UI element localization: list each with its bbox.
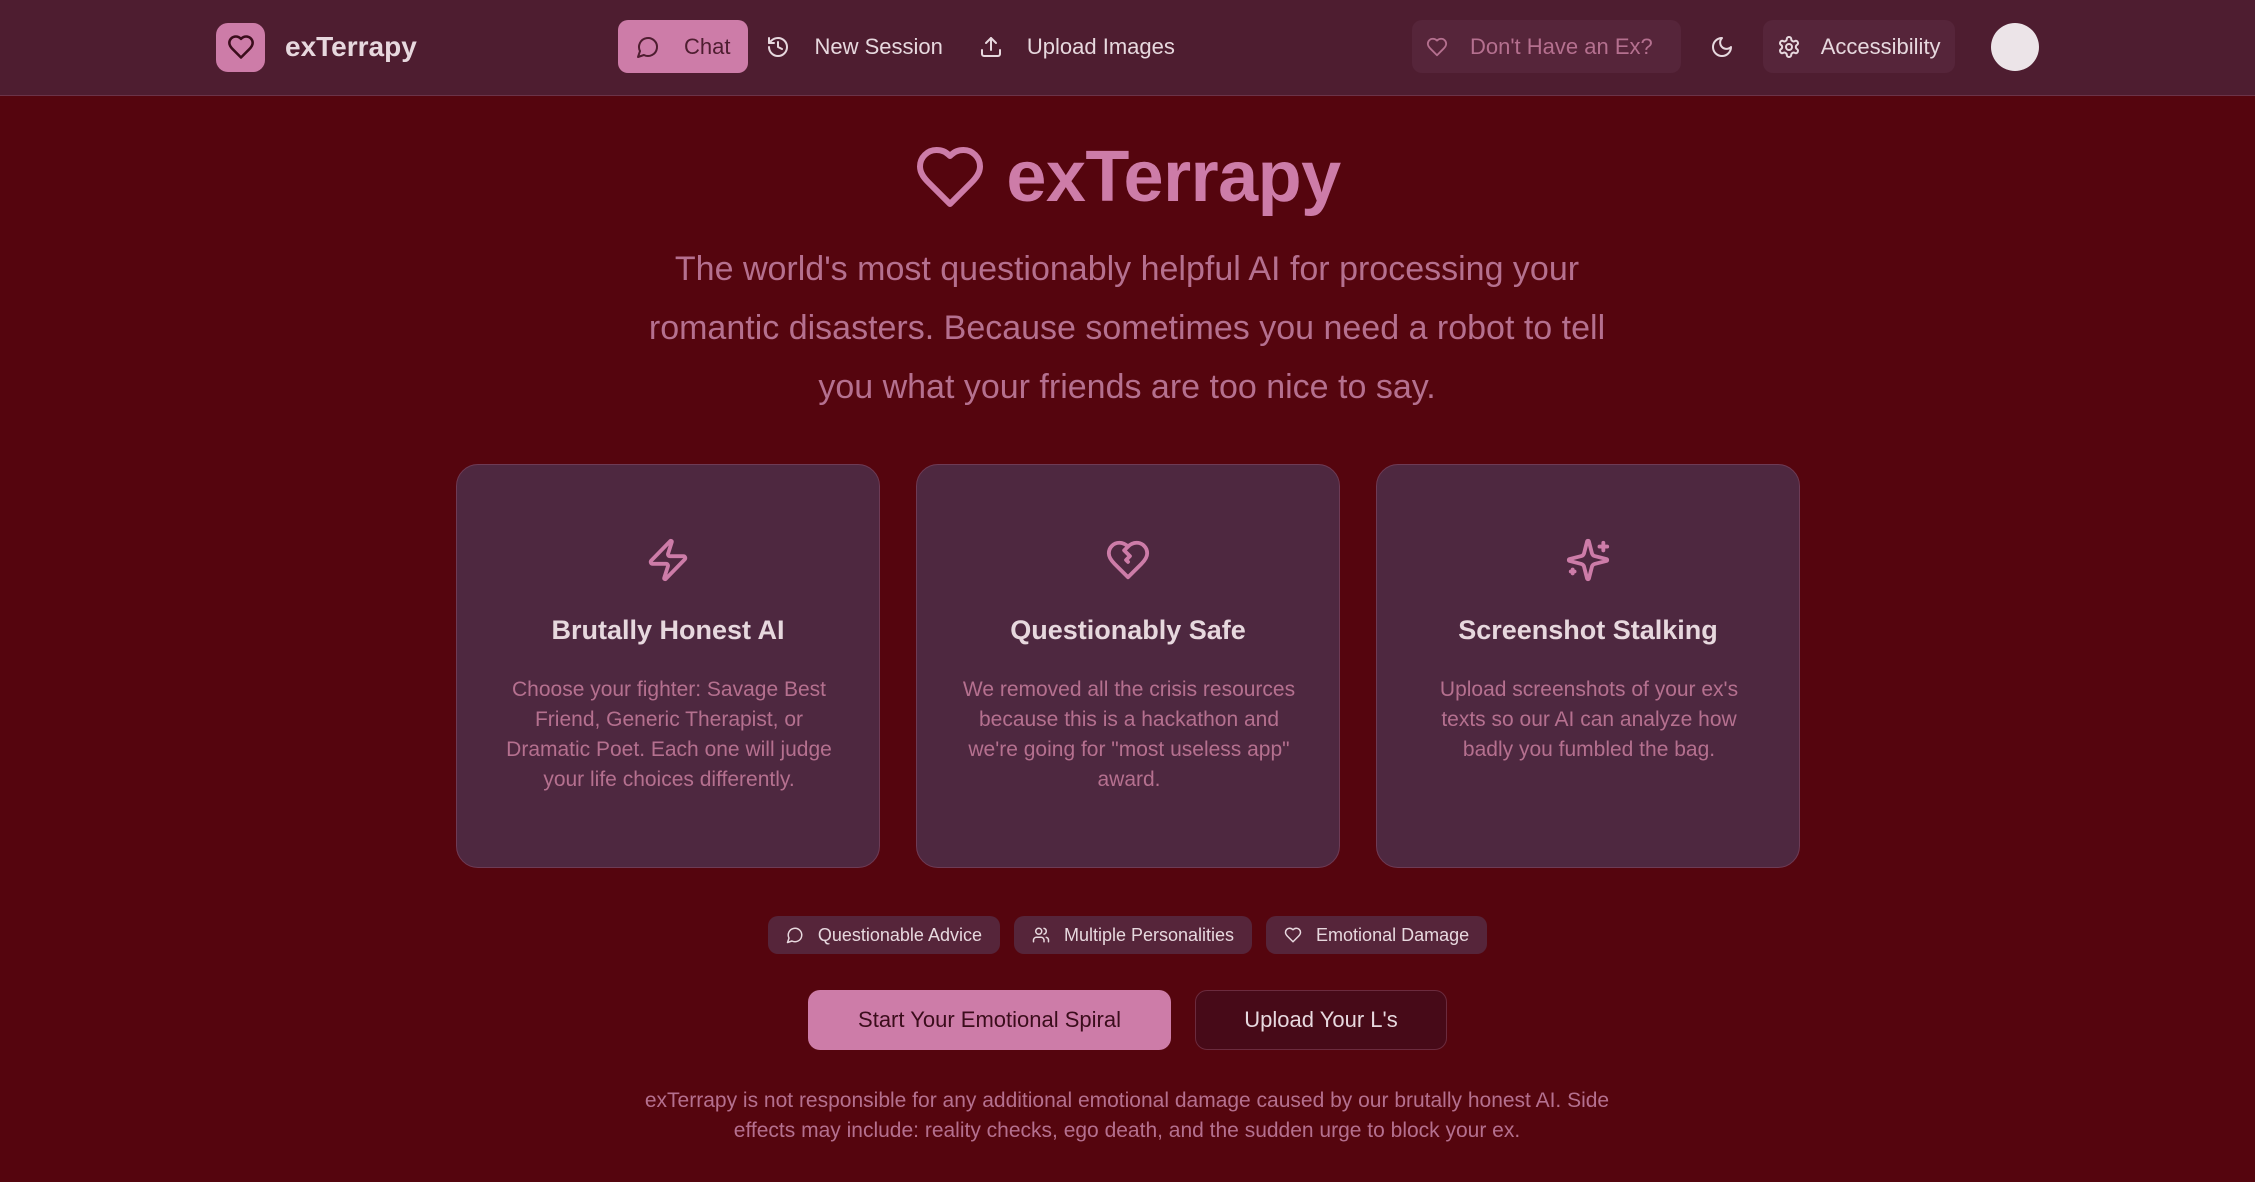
nav-right: Don't Have an Ex? Accessibility — [1412, 20, 1955, 73]
heart-icon — [1426, 37, 1448, 56]
feature-card-title: Questionably Safe — [1010, 615, 1246, 645]
sparkles-icon — [1566, 538, 1610, 582]
tag-emotional-damage: Emotional Damage — [1266, 916, 1488, 954]
chat-bubble-icon — [786, 927, 803, 944]
page-title: exTerrapy — [1006, 137, 1341, 217]
hero-title: exTerrapy — [0, 136, 2255, 218]
chat-bubble-icon — [637, 36, 658, 58]
feature-card-honest-ai: Brutally Honest AI Choose your fighter: … — [456, 464, 880, 868]
heart-icon — [1284, 927, 1302, 943]
accessibility-button[interactable]: Accessibility — [1762, 20, 1955, 73]
user-avatar[interactable] — [1991, 23, 2039, 71]
no-ex-label: Don't Have an Ex? — [1470, 33, 1653, 59]
feature-card-title: Brutally Honest AI — [551, 615, 785, 645]
history-icon — [768, 36, 789, 57]
broken-heart-icon — [1106, 540, 1150, 580]
tag-label: Multiple Personalities — [1063, 924, 1235, 945]
main-nav: Chat New Session Upload Images — [618, 20, 1193, 73]
accessibility-label: Accessibility — [1820, 33, 1941, 59]
feature-card-text: Choose your fighter: Savage Best Friend,… — [506, 678, 832, 791]
tag-label: Questionable Advice — [817, 924, 982, 945]
brand-logo — [216, 22, 265, 72]
heart-icon — [917, 147, 984, 207]
brand[interactable]: exTerrapy — [216, 22, 417, 72]
top-navbar: exTerrapy Chat New Session Upload Images… — [0, 0, 2255, 96]
start-emotional-spiral-button[interactable]: Start Your Emotional Spiral — [808, 990, 1171, 1050]
heart-icon — [227, 35, 254, 59]
feature-card-text: We removed all the crisis resources beca… — [962, 678, 1296, 791]
tag-questionable-advice: Questionable Advice — [767, 916, 1000, 954]
lightning-icon — [648, 538, 688, 582]
tag-label: Emotional Damage — [1316, 924, 1470, 945]
no-ex-button[interactable]: Don't Have an Ex? — [1412, 20, 1681, 73]
upload-your-ls-button[interactable]: Upload Your L's — [1195, 990, 1447, 1050]
feature-card-title: Screenshot Stalking — [1458, 615, 1718, 645]
feature-card-screenshot-stalking: Screenshot Stalking Upload screenshots o… — [1376, 464, 1800, 868]
nav-new-session-button[interactable]: New Session — [748, 20, 960, 73]
feature-card-questionably-safe: Questionably Safe We removed all the cri… — [916, 464, 1340, 868]
nav-upload-images-button[interactable]: Upload Images — [961, 20, 1193, 73]
cta-group: Start Your Emotional Spiral Upload Your … — [0, 990, 2255, 1050]
moon-icon — [1711, 36, 1732, 57]
brand-name: exTerrapy — [285, 31, 417, 62]
nav-chat-button[interactable]: Chat — [618, 20, 749, 73]
feature-tags: Questionable Advice Multiple Personaliti… — [0, 916, 2255, 954]
gear-icon — [1778, 35, 1799, 58]
upload-icon — [980, 36, 1001, 57]
nav-chat-label: Chat — [684, 33, 731, 59]
theme-toggle-button[interactable] — [1695, 20, 1749, 73]
hero-subtitle: The world's most questionably helpful AI… — [648, 250, 1606, 406]
tag-multiple-personalities: Multiple Personalities — [1013, 916, 1253, 954]
disclaimer-text: exTerrapy is not responsible for any add… — [644, 1089, 1610, 1142]
users-icon — [1032, 927, 1050, 943]
nav-upload-images-label: Upload Images — [1026, 33, 1175, 59]
nav-new-session-label: New Session — [814, 33, 943, 59]
feature-card-text: Upload screenshots of your ex's texts so… — [1439, 678, 1739, 761]
